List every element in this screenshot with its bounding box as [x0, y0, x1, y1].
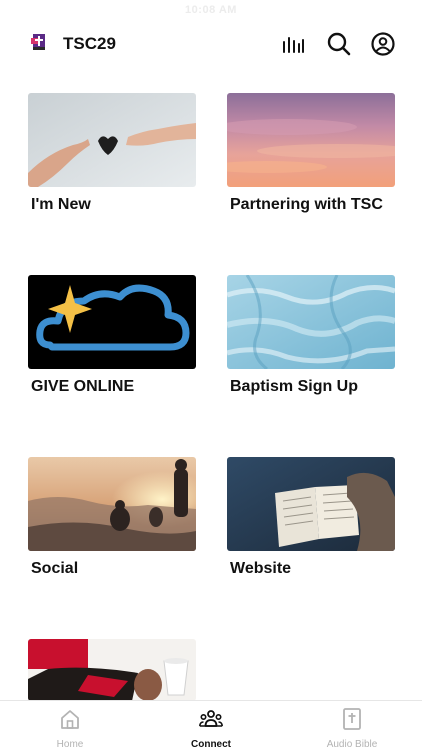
- card-image-hands-heart: [28, 93, 196, 187]
- profile-icon[interactable]: [370, 31, 396, 57]
- card-image-table-cup: [28, 639, 196, 701]
- card-social[interactable]: Social: [28, 457, 196, 578]
- card-label: Baptism Sign Up: [230, 378, 359, 395]
- card-partnering[interactable]: Partnering with TSC: [227, 93, 395, 214]
- tab-connect[interactable]: Connect: [141, 707, 281, 750]
- card-partial[interactable]: [28, 639, 196, 701]
- search-icon[interactable]: [326, 31, 352, 57]
- tab-connect-label: Connect: [191, 739, 231, 750]
- status-bar-time: 10:08 AM: [185, 4, 237, 16]
- card-image-cloud-star: [28, 275, 196, 369]
- card-im-new[interactable]: I'm New: [28, 93, 196, 214]
- card-label: GIVE ONLINE: [31, 378, 135, 395]
- tab-audio-bible-label: Audio Bible: [326, 739, 378, 750]
- card-image-bible: [227, 457, 395, 551]
- card-image-water: [227, 275, 395, 369]
- card-website[interactable]: Website: [227, 457, 395, 578]
- card-label: Website: [230, 560, 292, 577]
- tab-home-label: Home: [56, 739, 84, 750]
- home-icon: [61, 710, 79, 729]
- bottom-tab-bar: Home Connect Audio Bible: [0, 700, 422, 750]
- audio-bars-icon[interactable]: [280, 31, 306, 57]
- logo-icon[interactable]: [30, 33, 48, 51]
- card-label: Partnering with TSC: [230, 196, 383, 213]
- card-image-sunset-people: [28, 457, 196, 551]
- app-title: TSC29: [63, 34, 116, 53]
- tab-audio-bible[interactable]: Audio Bible: [282, 707, 422, 750]
- card-label: Social: [31, 560, 79, 577]
- card-baptism[interactable]: Baptism Sign Up: [227, 275, 395, 396]
- group-icon: [199, 710, 223, 727]
- tab-home[interactable]: Home: [0, 707, 140, 750]
- card-label: I'm New: [31, 196, 91, 213]
- card-image-sunset: [227, 93, 395, 187]
- card-give-online[interactable]: GIVE ONLINE: [28, 275, 196, 396]
- top-bar: TSC29: [0, 28, 422, 60]
- bible-icon: [343, 708, 361, 730]
